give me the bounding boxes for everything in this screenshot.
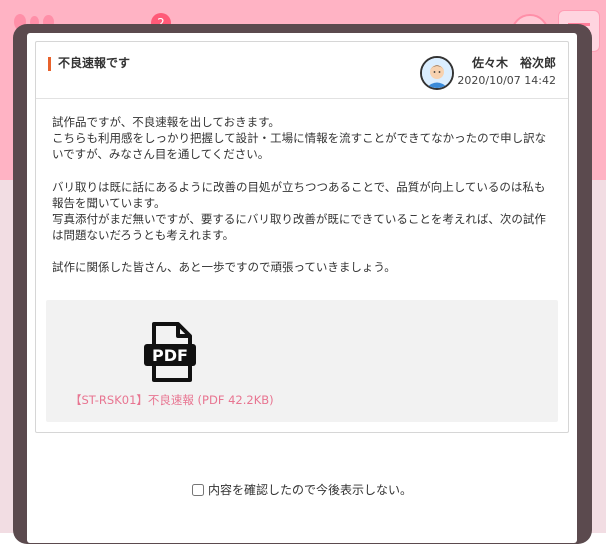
post-datetime: 2020/10/07 14:42 <box>457 74 556 87</box>
notice-header: 不良速報です 佐々木 裕次郎 2020/10/07 14:42 <box>36 42 568 99</box>
user-avatar-icon <box>420 56 454 90</box>
notice-title: 不良速報です <box>58 56 131 70</box>
pdf-icon-label: PDF <box>152 346 188 365</box>
title-marker <box>48 57 51 71</box>
attachment-box: PDF 【ST-RSK01】不良速報 (PDF 42.2KB) <box>46 300 558 422</box>
pdf-file-icon[interactable]: PDF <box>142 322 198 382</box>
dont-show-again-checkbox[interactable] <box>191 484 204 496</box>
author-name: 佐々木 裕次郎 <box>471 56 556 70</box>
body-paragraph-2: バリ取りは既に話にあるように改善の目処が立ちつつあることで、品質が向上しているの… <box>52 179 546 243</box>
body-paragraph-3: 試作に関係した皆さん、あと一歩ですので頑張っていきましょう。 <box>52 260 396 275</box>
notice-card: 不良速報です 佐々木 裕次郎 2020/10/07 14:42 試作品ですが、不… <box>35 41 569 433</box>
notice-body: 試作品ですが、不良速報を出しておきます。 こちらも利用感をしっかり把握して設計・… <box>52 114 552 276</box>
notice-dialog: 不良速報です 佐々木 裕次郎 2020/10/07 14:42 試作品ですが、不… <box>27 33 577 543</box>
confirm-label: 内容を確認したので今後表示しない。 <box>207 483 412 497</box>
confirm-option[interactable]: 内容を確認したので今後表示しない。 <box>27 481 577 498</box>
attachment-link[interactable]: 【ST-RSK01】不良速報 (PDF 42.2KB) <box>70 392 274 408</box>
body-paragraph-1: 試作品ですが、不良速報を出しておきます。 こちらも利用感をしっかり把握して設計・… <box>52 115 547 162</box>
